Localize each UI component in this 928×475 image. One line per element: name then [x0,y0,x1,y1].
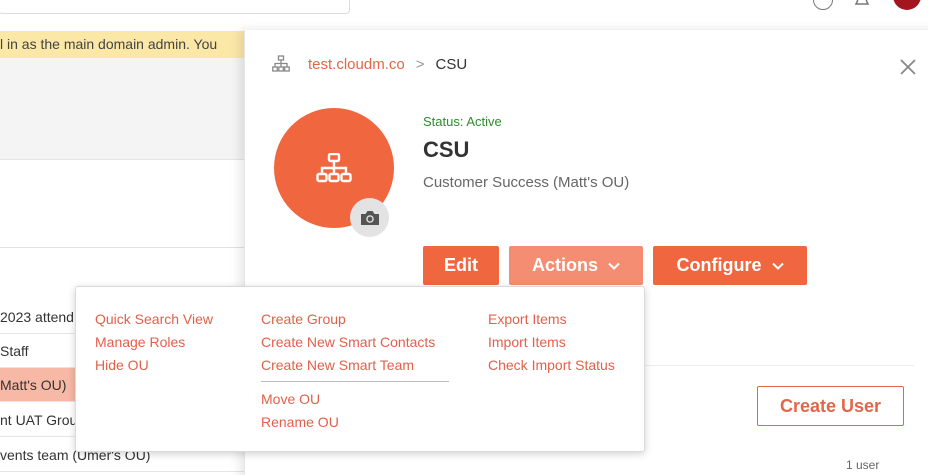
menu-item-create-smart-team[interactable]: Create New Smart Team [261,357,414,373]
menu-item-manage-roles[interactable]: Manage Roles [95,334,185,350]
ou-title: CSU [423,137,470,162]
chevron-down-icon [608,262,620,270]
close-icon[interactable] [898,57,918,77]
menu-item-export-items[interactable]: Export Items [488,311,567,327]
menu-separator [261,381,449,382]
create-user-button[interactable]: Create User [757,386,904,426]
edit-button-label: Edit [444,255,478,275]
user-avatar[interactable] [893,0,921,10]
org-unit-icon [272,55,290,72]
chevron-down-icon [771,262,784,270]
status-label: Status: Active [423,114,502,129]
menu-item-import-items[interactable]: Import Items [488,334,566,350]
actions-menu: Quick Search View Manage Roles Hide OU C… [75,286,645,452]
menu-item-create-group[interactable]: Create Group [261,311,346,327]
configure-button-label: Configure [676,255,762,275]
background-divider [0,247,250,248]
app-root: l in as the main domain admin. You 2023 … [0,0,928,475]
menu-item-create-smart-contacts[interactable]: Create New Smart Contacts [261,334,435,350]
configure-dropdown-button[interactable]: Configure [653,246,807,285]
breadcrumb-current: CSU [435,55,468,73]
menu-item-rename-ou[interactable]: Rename OU [261,414,339,430]
bell-icon[interactable] [852,0,872,10]
change-photo-button[interactable] [350,198,389,237]
breadcrumb-root-link[interactable]: test.cloudm.co [308,56,405,73]
actions-dropdown-button[interactable]: Actions [509,246,643,285]
breadcrumb-separator: > [415,55,425,73]
actions-button-label: Actions [531,255,598,275]
ou-description: Customer Success (Matt's OU) [423,174,630,191]
admin-notice-banner: l in as the main domain admin. You [0,31,250,58]
background-search-box[interactable] [0,0,350,14]
breadcrumb: test.cloudm.co > CSU [272,54,467,74]
menu-item-quick-search-view[interactable]: Quick Search View [95,311,213,327]
help-icon[interactable] [813,0,833,10]
user-count-label: 1 user [846,458,880,472]
org-chart-icon [316,153,352,183]
menu-item-move-ou[interactable]: Move OU [261,391,320,407]
edit-button[interactable]: Edit [423,246,499,285]
create-user-label: Create User [779,395,882,416]
camera-icon [360,210,379,225]
background-header-band [0,58,250,160]
menu-item-check-import-status[interactable]: Check Import Status [488,357,615,373]
menu-item-hide-ou[interactable]: Hide OU [95,357,149,373]
